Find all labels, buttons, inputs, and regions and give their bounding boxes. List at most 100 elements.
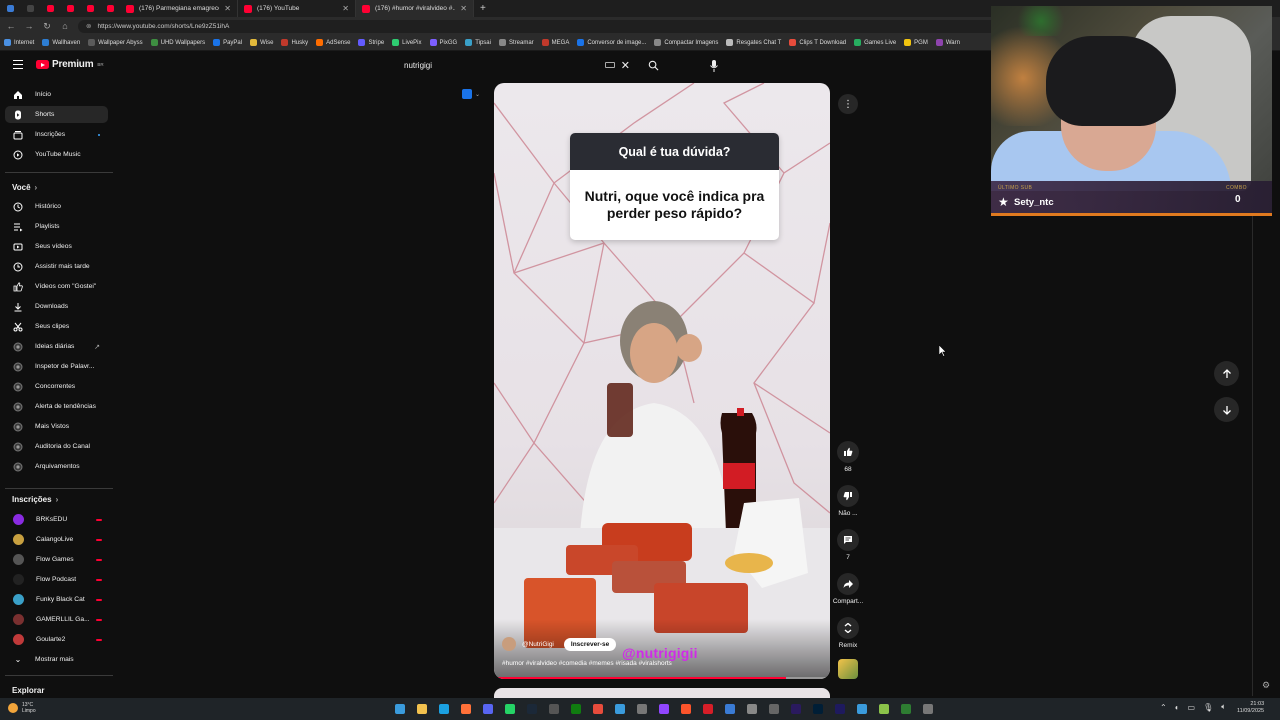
channel-avatar[interactable]	[502, 637, 516, 651]
shorts-video[interactable]: Qual é tua dúvida? Nutri, oque você indi…	[494, 83, 830, 679]
share-button[interactable]: Compart...	[833, 573, 863, 605]
channel-name[interactable]: @NutriGigi	[522, 641, 554, 648]
bookmark-item[interactable]: AdSense	[316, 39, 350, 46]
premiere-icon[interactable]	[787, 701, 804, 717]
close-tab-icon[interactable]: ✕	[224, 4, 231, 13]
remix-button[interactable]: Remix	[833, 617, 863, 649]
xbox-icon[interactable]	[567, 701, 584, 717]
subscription-item[interactable]: Funky Black Cat	[5, 591, 108, 608]
sidebar-item-home[interactable]: Início	[5, 86, 108, 103]
forward-icon[interactable]: →	[24, 21, 34, 31]
media-encoder-icon[interactable]	[831, 701, 848, 717]
page-scrollbar[interactable]	[1252, 216, 1253, 696]
bookmark-item[interactable]: PayPal	[213, 39, 242, 46]
sidebar-item-ideias-di-rias[interactable]: Ideias diárias ↗	[5, 338, 108, 355]
sidebar-section-subscriptions[interactable]: Inscrições ›	[12, 495, 58, 504]
app-icon[interactable]	[721, 701, 738, 717]
voice-search-button[interactable]	[706, 58, 722, 74]
file-explorer-icon[interactable]	[413, 701, 430, 717]
bookmark-item[interactable]: Warn	[935, 39, 960, 46]
pinned-tab[interactable]	[80, 0, 100, 17]
settings-icon[interactable]: ⚙	[1262, 680, 1270, 691]
subscription-item[interactable]: CalangoLive	[5, 531, 108, 548]
sidebar-item-alerta-de-tend-ncias[interactable]: Alerta de tendências	[5, 398, 108, 415]
bookmark-item[interactable]: PixGG	[429, 39, 457, 46]
pdf-icon[interactable]	[699, 701, 716, 717]
back-icon[interactable]: ←	[6, 21, 16, 31]
bookmark-item[interactable]: PGM	[904, 39, 928, 46]
sidebar-item-hist-rico[interactable]: Histórico	[5, 198, 108, 215]
search-box[interactable]: nutrigigi ✕	[396, 56, 666, 74]
bookmark-item[interactable]: Husky	[281, 39, 308, 46]
pinned-tab[interactable]	[60, 0, 80, 17]
sidebar-item-arquivamentos[interactable]: Arquivamentos	[5, 458, 108, 475]
subscription-item[interactable]: Goularte2	[5, 631, 108, 648]
search-button[interactable]	[640, 56, 666, 74]
app-icon[interactable]	[545, 701, 562, 717]
sidebar-item-shorts[interactable]: Shorts	[5, 106, 108, 123]
sidebar-section-you[interactable]: Você ›	[12, 183, 37, 192]
clear-search-icon[interactable]: ✕	[621, 59, 630, 72]
hashtags[interactable]: #humor #viralvideo #comedia #memes #risa…	[502, 660, 672, 667]
app-icon[interactable]	[765, 701, 782, 717]
comments-button[interactable]: 7	[833, 529, 863, 561]
bookmark-item[interactable]: Conversor de image...	[577, 39, 646, 46]
youtube-logo[interactable]: Premium BR	[36, 59, 104, 70]
photoshop-icon[interactable]	[809, 701, 826, 717]
sidebar-item-seus-v-deos[interactable]: Seus vídeos	[5, 238, 108, 255]
bookmark-item[interactable]: UHD Wallpapers	[150, 39, 205, 46]
discord-icon[interactable]	[479, 701, 496, 717]
bookmark-item[interactable]: MEGA	[541, 39, 569, 46]
firefox-icon[interactable]	[457, 701, 474, 717]
pinned-tab[interactable]	[0, 0, 20, 17]
settings-icon[interactable]	[919, 701, 936, 717]
brave-icon[interactable]	[677, 701, 694, 717]
app-icon[interactable]	[589, 701, 606, 717]
weather-widget[interactable]: 13°C Limpo	[8, 702, 36, 714]
menu-icon[interactable]	[13, 60, 23, 72]
subscription-item[interactable]: BRKsEDU	[5, 511, 108, 528]
browser-tab-active[interactable]: (176) #humor #viralvideo #... ✕	[356, 0, 474, 17]
bookmark-item[interactable]: Wallhaven	[42, 39, 80, 46]
bookmark-item[interactable]: Wallpaper Abyss	[88, 39, 143, 46]
new-tab-icon[interactable]: +	[474, 3, 492, 14]
close-tab-icon[interactable]: ✕	[460, 4, 467, 13]
app-icon[interactable]	[655, 701, 672, 717]
windows-start-icon[interactable]	[391, 701, 408, 717]
subscribe-button[interactable]: Inscrever-se	[563, 637, 617, 651]
extension-badge[interactable]: ⌄	[462, 89, 480, 99]
bookmark-item[interactable]: Internet	[4, 39, 34, 46]
obs-icon[interactable]	[633, 701, 650, 717]
whatsapp-icon[interactable]	[501, 701, 518, 717]
browser-tab[interactable]: (176) Parmegiana emagrece #... ✕	[120, 0, 238, 17]
app-icon[interactable]	[611, 701, 628, 717]
tray-app-icon[interactable]: ▭	[1188, 703, 1196, 712]
url-field[interactable]: ⊚ https://www.youtube.com/shorts/Lne9zZ5…	[78, 19, 1008, 33]
subscription-item[interactable]: GAMERLLIL Ga...	[5, 611, 108, 628]
bookmark-item[interactable]: LivePix	[392, 39, 422, 46]
home-icon[interactable]: ⌂	[60, 21, 70, 31]
sidebar-item-auditoria-do-canal[interactable]: Auditoria do Canal	[5, 438, 108, 455]
search-input[interactable]: nutrigigi	[396, 61, 605, 70]
previous-short-button[interactable]	[1214, 361, 1239, 386]
sidebar-item-inspetor-de-palavr[interactable]: Inspetor de Palavr...	[5, 358, 108, 375]
bookmark-item[interactable]: Resgates Chat T	[726, 39, 781, 46]
tray-chevron-icon[interactable]: ⌃	[1160, 703, 1167, 712]
bookmark-item[interactable]: Stripe	[358, 39, 384, 46]
bookmark-item[interactable]: Clips T Download	[789, 39, 846, 46]
pinned-tab[interactable]	[40, 0, 60, 17]
bookmark-item[interactable]: Compactar Imagens	[654, 39, 718, 46]
sidebar-item-concorrentes[interactable]: Concorrentes	[5, 378, 108, 395]
app-icon[interactable]	[743, 701, 760, 717]
sidebar-item-assistir-mais-tarde[interactable]: Assistir mais tarde	[5, 258, 108, 275]
sidebar-item-seus-clipes[interactable]: Seus clipes	[5, 318, 108, 335]
app-icon[interactable]	[853, 701, 870, 717]
sidebar-item-playlists[interactable]: Playlists	[5, 218, 108, 235]
sidebar-item-v-deos-com-gostei[interactable]: Vídeos com "Gostei"	[5, 278, 108, 295]
sidebar-item-youtube-music[interactable]: YouTube Music	[5, 146, 108, 163]
tray-app-icon[interactable]: ◐	[1175, 703, 1180, 712]
sidebar-item-downloads[interactable]: Downloads	[5, 298, 108, 315]
sidebar-item-mais-vistos[interactable]: Mais Vistos	[5, 418, 108, 435]
app-icon[interactable]	[875, 701, 892, 717]
app-icon[interactable]	[897, 701, 914, 717]
